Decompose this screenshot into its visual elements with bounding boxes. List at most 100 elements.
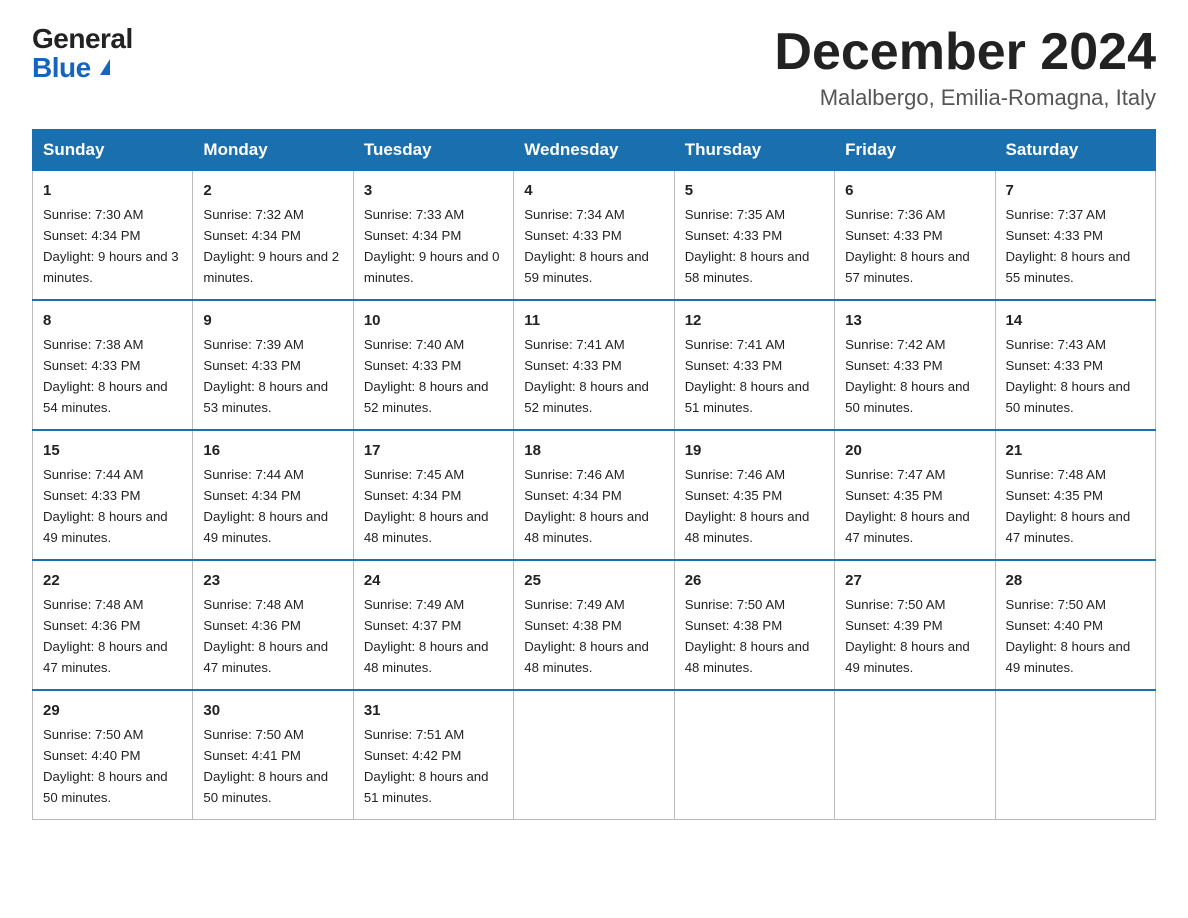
header-sunday: Sunday [33, 130, 193, 171]
calendar-cell: 5 Sunrise: 7:35 AMSunset: 4:33 PMDaylight… [674, 171, 834, 300]
calendar-cell: 11 Sunrise: 7:41 AMSunset: 4:33 PMDayligh… [514, 300, 674, 430]
day-number: 20 [845, 439, 984, 462]
logo-blue-text: Blue [32, 53, 133, 82]
calendar-cell: 15 Sunrise: 7:44 AMSunset: 4:33 PMDayligh… [33, 430, 193, 560]
header-thursday: Thursday [674, 130, 834, 171]
day-info: Sunrise: 7:46 AMSunset: 4:34 PMDaylight:… [524, 467, 649, 545]
calendar-cell: 29 Sunrise: 7:50 AMSunset: 4:40 PMDayligh… [33, 690, 193, 819]
logo: General Blue [32, 24, 133, 83]
day-number: 21 [1006, 439, 1145, 462]
calendar-cell: 9Sunrise: 7:39 AMSunset: 4:33 PMDaylight… [193, 300, 353, 430]
day-number: 6 [845, 179, 984, 202]
day-number: 11 [524, 309, 663, 332]
page-header: General Blue December 2024 Malalbergo, E… [32, 24, 1156, 111]
calendar-cell: 20 Sunrise: 7:47 AMSunset: 4:35 PMDayligh… [835, 430, 995, 560]
day-info: Sunrise: 7:36 AMSunset: 4:33 PMDaylight:… [845, 207, 970, 285]
calendar-cell [995, 690, 1155, 819]
calendar-week-row: 15 Sunrise: 7:44 AMSunset: 4:33 PMDayligh… [33, 430, 1156, 560]
day-info: Sunrise: 7:48 AMSunset: 4:36 PMDaylight:… [203, 597, 328, 675]
calendar-cell: 21 Sunrise: 7:48 AMSunset: 4:35 PMDayligh… [995, 430, 1155, 560]
header-friday: Friday [835, 130, 995, 171]
day-number: 13 [845, 309, 984, 332]
day-number: 3 [364, 179, 503, 202]
calendar-cell [674, 690, 834, 819]
calendar-cell: 18Sunrise: 7:46 AMSunset: 4:34 PMDayligh… [514, 430, 674, 560]
calendar-cell: 3 Sunrise: 7:33 AMSunset: 4:34 PMDaylight… [353, 171, 513, 300]
day-number: 26 [685, 569, 824, 592]
day-info: Sunrise: 7:34 AMSunset: 4:33 PMDaylight:… [524, 207, 649, 285]
day-info: Sunrise: 7:50 AMSunset: 4:40 PMDaylight:… [43, 727, 168, 805]
calendar-week-row: 22Sunrise: 7:48 AMSunset: 4:36 PMDayligh… [33, 560, 1156, 690]
day-info: Sunrise: 7:49 AMSunset: 4:38 PMDaylight:… [524, 597, 649, 675]
calendar-cell: 26 Sunrise: 7:50 AMSunset: 4:38 PMDayligh… [674, 560, 834, 690]
calendar-cell: 10Sunrise: 7:40 AMSunset: 4:33 PMDayligh… [353, 300, 513, 430]
day-number: 8 [43, 309, 182, 332]
day-number: 10 [364, 309, 503, 332]
day-info: Sunrise: 7:48 AMSunset: 4:35 PMDaylight:… [1006, 467, 1131, 545]
calendar-title: December 2024 [774, 24, 1156, 81]
logo-general-text: General [32, 24, 133, 53]
day-info: Sunrise: 7:41 AMSunset: 4:33 PMDaylight:… [524, 337, 649, 415]
day-info: Sunrise: 7:49 AMSunset: 4:37 PMDaylight:… [364, 597, 489, 675]
calendar-cell: 16Sunrise: 7:44 AMSunset: 4:34 PMDayligh… [193, 430, 353, 560]
calendar-cell: 8 Sunrise: 7:38 AMSunset: 4:33 PMDaylight… [33, 300, 193, 430]
day-number: 30 [203, 699, 342, 722]
day-number: 17 [364, 439, 503, 462]
day-number: 4 [524, 179, 663, 202]
calendar-cell: 27Sunrise: 7:50 AMSunset: 4:39 PMDayligh… [835, 560, 995, 690]
calendar-cell: 30Sunrise: 7:50 AMSunset: 4:41 PMDayligh… [193, 690, 353, 819]
calendar-cell [835, 690, 995, 819]
calendar-week-row: 1 Sunrise: 7:30 AMSunset: 4:34 PMDaylight… [33, 171, 1156, 300]
day-info: Sunrise: 7:30 AMSunset: 4:34 PMDaylight:… [43, 207, 179, 285]
day-number: 24 [364, 569, 503, 592]
calendar-cell: 13 Sunrise: 7:42 AMSunset: 4:33 PMDayligh… [835, 300, 995, 430]
day-info: Sunrise: 7:45 AMSunset: 4:34 PMDaylight:… [364, 467, 489, 545]
calendar-cell: 28 Sunrise: 7:50 AMSunset: 4:40 PMDayligh… [995, 560, 1155, 690]
calendar-cell: 17 Sunrise: 7:45 AMSunset: 4:34 PMDayligh… [353, 430, 513, 560]
header-wednesday: Wednesday [514, 130, 674, 171]
day-number: 16 [203, 439, 342, 462]
calendar-table: SundayMondayTuesdayWednesdayThursdayFrid… [32, 129, 1156, 820]
day-number: 29 [43, 699, 182, 722]
day-info: Sunrise: 7:47 AMSunset: 4:35 PMDaylight:… [845, 467, 970, 545]
day-info: Sunrise: 7:42 AMSunset: 4:33 PMDaylight:… [845, 337, 970, 415]
day-info: Sunrise: 7:50 AMSunset: 4:38 PMDaylight:… [685, 597, 810, 675]
day-info: Sunrise: 7:35 AMSunset: 4:33 PMDaylight:… [685, 207, 810, 285]
day-info: Sunrise: 7:33 AMSunset: 4:34 PMDaylight:… [364, 207, 500, 285]
header-monday: Monday [193, 130, 353, 171]
day-info: Sunrise: 7:50 AMSunset: 4:40 PMDaylight:… [1006, 597, 1131, 675]
calendar-cell: 23 Sunrise: 7:48 AMSunset: 4:36 PMDayligh… [193, 560, 353, 690]
calendar-cell: 31Sunrise: 7:51 AMSunset: 4:42 PMDayligh… [353, 690, 513, 819]
day-number: 5 [685, 179, 824, 202]
day-info: Sunrise: 7:48 AMSunset: 4:36 PMDaylight:… [43, 597, 168, 675]
calendar-cell: 7 Sunrise: 7:37 AMSunset: 4:33 PMDaylight… [995, 171, 1155, 300]
day-info: Sunrise: 7:50 AMSunset: 4:39 PMDaylight:… [845, 597, 970, 675]
calendar-cell: 4 Sunrise: 7:34 AMSunset: 4:33 PMDaylight… [514, 171, 674, 300]
calendar-cell: 12Sunrise: 7:41 AMSunset: 4:33 PMDayligh… [674, 300, 834, 430]
calendar-cell: 25 Sunrise: 7:49 AMSunset: 4:38 PMDayligh… [514, 560, 674, 690]
day-number: 7 [1006, 179, 1145, 202]
calendar-location: Malalbergo, Emilia-Romagna, Italy [774, 85, 1156, 111]
calendar-cell: 24 Sunrise: 7:49 AMSunset: 4:37 PMDayligh… [353, 560, 513, 690]
day-number: 2 [203, 179, 342, 202]
day-number: 28 [1006, 569, 1145, 592]
logo-triangle-icon [100, 59, 110, 75]
day-info: Sunrise: 7:41 AMSunset: 4:33 PMDaylight:… [685, 337, 810, 415]
day-info: Sunrise: 7:37 AMSunset: 4:33 PMDaylight:… [1006, 207, 1131, 285]
calendar-cell: 1 Sunrise: 7:30 AMSunset: 4:34 PMDaylight… [33, 171, 193, 300]
calendar-cell: 19Sunrise: 7:46 AMSunset: 4:35 PMDayligh… [674, 430, 834, 560]
day-number: 25 [524, 569, 663, 592]
calendar-cell [514, 690, 674, 819]
header-saturday: Saturday [995, 130, 1155, 171]
calendar-cell: 6 Sunrise: 7:36 AMSunset: 4:33 PMDaylight… [835, 171, 995, 300]
calendar-cell: 2Sunrise: 7:32 AMSunset: 4:34 PMDaylight… [193, 171, 353, 300]
day-info: Sunrise: 7:44 AMSunset: 4:33 PMDaylight:… [43, 467, 168, 545]
calendar-cell: 14Sunrise: 7:43 AMSunset: 4:33 PMDayligh… [995, 300, 1155, 430]
day-info: Sunrise: 7:38 AMSunset: 4:33 PMDaylight:… [43, 337, 168, 415]
day-number: 1 [43, 179, 182, 202]
calendar-week-row: 29 Sunrise: 7:50 AMSunset: 4:40 PMDayligh… [33, 690, 1156, 819]
day-number: 15 [43, 439, 182, 462]
day-number: 23 [203, 569, 342, 592]
day-info: Sunrise: 7:43 AMSunset: 4:33 PMDaylight:… [1006, 337, 1131, 415]
day-info: Sunrise: 7:51 AMSunset: 4:42 PMDaylight:… [364, 727, 489, 805]
